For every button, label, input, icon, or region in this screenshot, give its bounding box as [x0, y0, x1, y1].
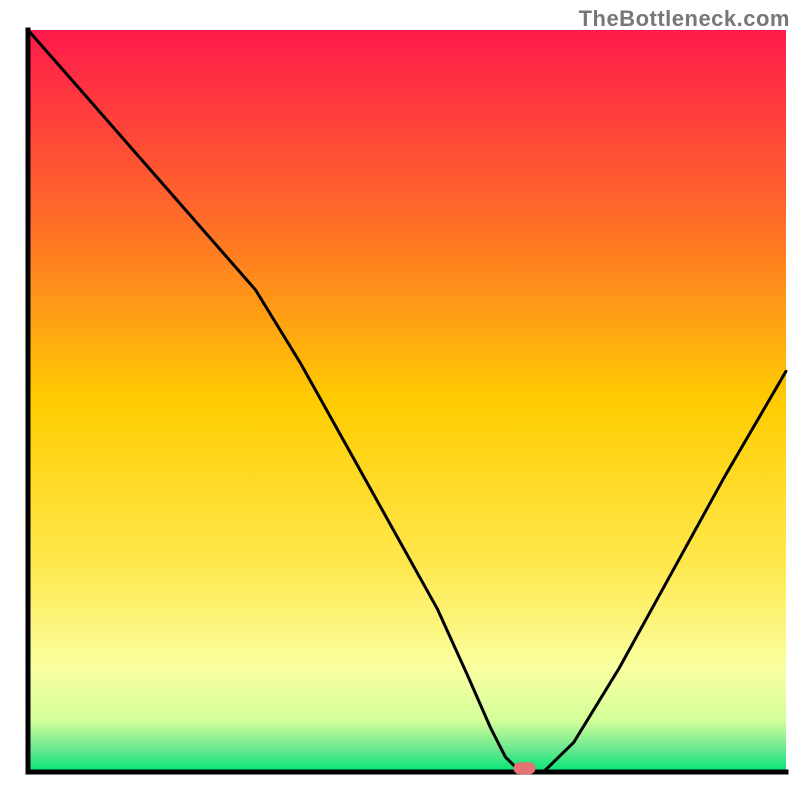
chart-container: TheBottleneck.com — [0, 0, 800, 800]
watermark-text: TheBottleneck.com — [579, 6, 790, 32]
optimal-point-marker — [514, 762, 536, 774]
chart-background-gradient — [28, 30, 786, 772]
bottleneck-chart — [0, 0, 800, 800]
